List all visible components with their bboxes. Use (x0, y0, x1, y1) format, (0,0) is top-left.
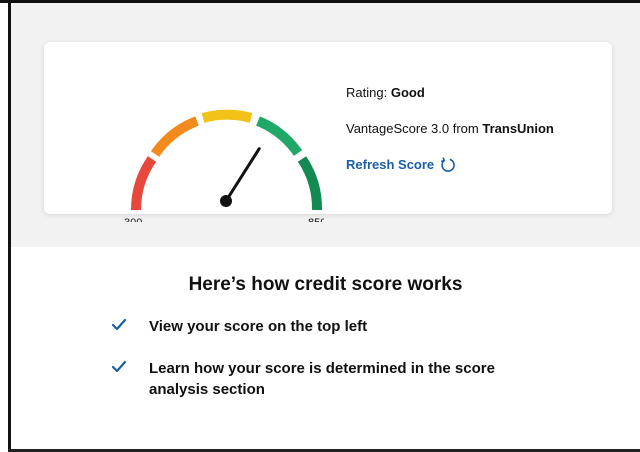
rating-label: Rating: (346, 85, 388, 100)
explainer-section: Here’s how credit score works View your … (11, 247, 640, 449)
refresh-icon (440, 157, 456, 173)
explainer-item: View your score on the top left (111, 316, 551, 337)
score-model-row: VantageScore 3.0 from TransUnion (346, 121, 554, 137)
explainer-heading: Here’s how credit score works (188, 274, 463, 295)
checkmark-icon (111, 318, 127, 331)
score-model: VantageScore 3.0 from (346, 121, 479, 136)
refresh-score-label: Refresh Score (346, 157, 435, 172)
gauge-min-label: 300 (124, 217, 142, 222)
gauge-segment-orange (150, 116, 199, 157)
rating-row: Rating: Good (346, 85, 425, 101)
gauge-segment-red (130, 156, 157, 211)
gauge-max-label: 850 (308, 217, 324, 222)
gauge-pivot (220, 195, 232, 207)
refresh-score-link[interactable]: Refresh Score (346, 157, 456, 173)
checkmark-icon (111, 360, 127, 373)
gauge-segment-yellow (201, 109, 253, 123)
gauge-segment-green-dark (297, 156, 323, 211)
score-panel: 300 850 Rating: Good VantageScore 3.0 fr… (11, 3, 640, 247)
rating-value: Good (390, 85, 425, 100)
explainer-item-text: Learn how your score is determined in th… (149, 360, 495, 398)
explainer-item-text: View your score on the top left (149, 318, 368, 335)
score-card: 300 850 Rating: Good VantageScore 3.0 fr… (44, 42, 612, 222)
gauge-needle (224, 147, 261, 203)
gauge-segment-green-light (255, 116, 303, 156)
bureau-name: TransUnion (482, 121, 554, 136)
explainer-item: Learn how your score is determined in th… (111, 358, 551, 400)
score-gauge: 300 850 (124, 109, 324, 222)
